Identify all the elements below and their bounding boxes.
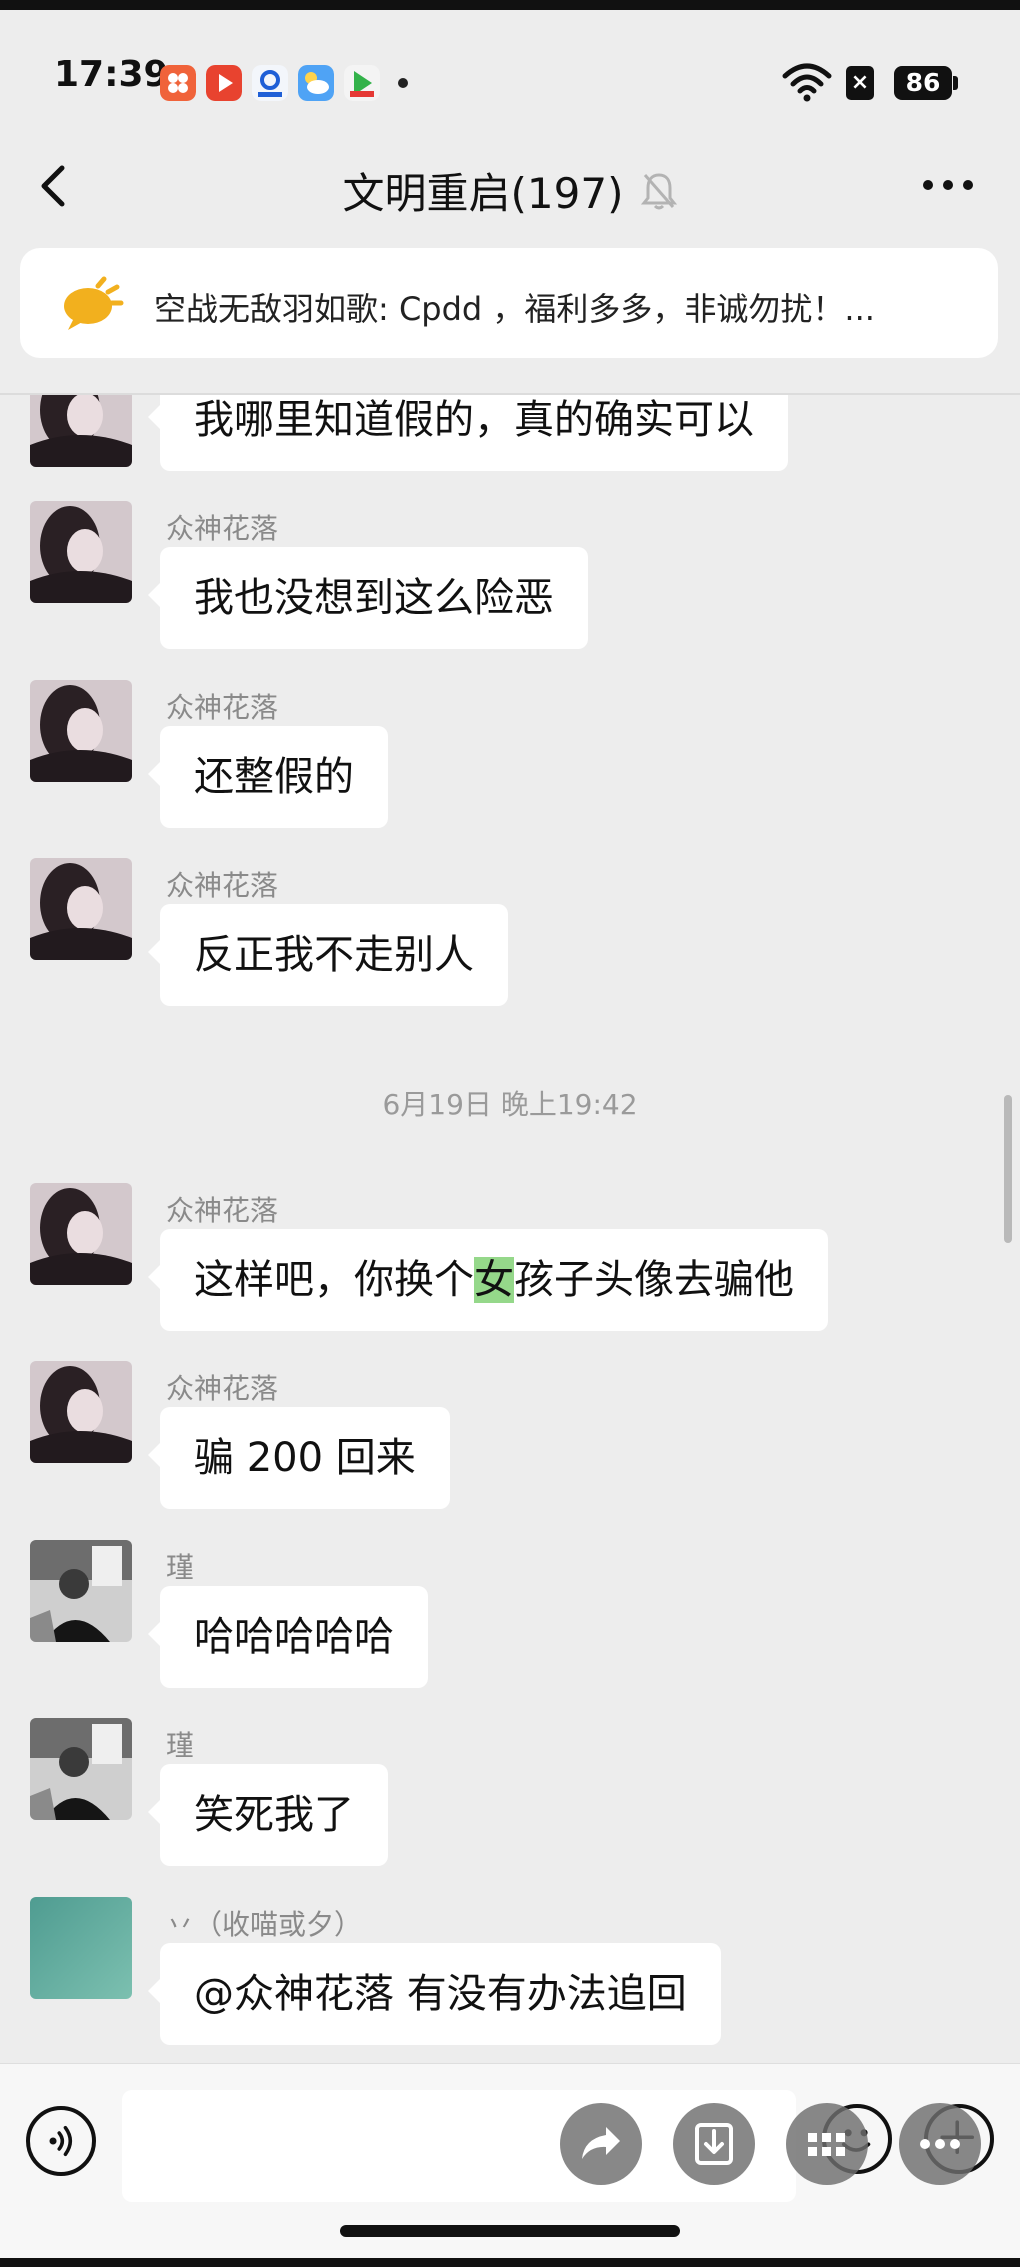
- message-bubble[interactable]: 还整假的: [148, 726, 388, 828]
- notification-dot: [398, 78, 408, 88]
- chat-header: 文明重启(197): [0, 130, 1020, 242]
- avatar[interactable]: [30, 1540, 132, 1642]
- message-bubble[interactable]: 反正我不走别人: [148, 904, 508, 1006]
- download-icon[interactable]: [673, 2103, 755, 2185]
- announcement-icon: [64, 276, 124, 330]
- forward-icon[interactable]: [560, 2103, 642, 2185]
- app-icon-red-play: [206, 65, 242, 101]
- message-list[interactable]: 我哪里知道假的，真的确实可以 众神花落 我也没想到这么险恶 众神花落 还整假的 …: [0, 395, 1020, 2063]
- message-bubble[interactable]: 哈哈哈哈哈: [148, 1586, 428, 1688]
- sender-name: 丷（收喵或夕）: [166, 1908, 363, 1941]
- avatar[interactable]: [30, 858, 132, 960]
- voice-icon[interactable]: [26, 2106, 96, 2176]
- avatar[interactable]: [30, 1897, 132, 1999]
- message-bubble[interactable]: 这样吧，你换个女孩子头像去骗他: [148, 1229, 828, 1331]
- avatar[interactable]: [30, 1183, 132, 1285]
- message-bubble[interactable]: 我哪里知道假的，真的确实可以: [148, 395, 788, 471]
- avatar[interactable]: [30, 1361, 132, 1463]
- status-bar: 17:39 × 86: [0, 10, 1020, 140]
- battery-icon: 86: [894, 66, 952, 100]
- sender-name: 众神花落: [166, 1372, 279, 1405]
- avatar[interactable]: [30, 680, 132, 782]
- app-icon-blue-search: [252, 65, 288, 101]
- status-app-icons: [160, 65, 408, 101]
- app-icon-video: [344, 65, 380, 101]
- sender-name: 众神花落: [166, 869, 279, 902]
- wifi-icon: [782, 63, 832, 102]
- avatar[interactable]: [30, 501, 132, 603]
- avatar[interactable]: [30, 395, 132, 467]
- battery-tip: [953, 76, 958, 90]
- grid-icon[interactable]: [786, 2103, 868, 2185]
- bottom-edge: [0, 2258, 1020, 2267]
- message-text: 这样吧，你换个: [194, 1257, 474, 1303]
- muted-bell-icon: [641, 172, 678, 209]
- home-indicator[interactable]: [340, 2225, 680, 2237]
- sender-name: 众神花落: [166, 512, 279, 545]
- message-bubble[interactable]: @众神花落 有没有办法追回: [148, 1943, 721, 2045]
- more-icon[interactable]: [920, 170, 976, 200]
- selected-text: 女: [474, 1257, 514, 1303]
- message-bubble[interactable]: 我也没想到这么险恶: [148, 547, 588, 649]
- message-text: 孩子头像去骗他: [514, 1257, 794, 1303]
- chat-title[interactable]: 文明重启(197): [343, 160, 624, 221]
- sender-name: 众神花落: [166, 1194, 279, 1227]
- ellipsis-icon[interactable]: [899, 2103, 981, 2185]
- chat-title-row: 文明重启(197): [0, 160, 1020, 221]
- message-bubble[interactable]: 笑死我了: [148, 1764, 388, 1866]
- sender-name: 瑾: [166, 1551, 195, 1584]
- x-badge-icon: ×: [846, 66, 874, 100]
- timestamp-divider: 6月19日 晚上19:42: [382, 1088, 638, 1121]
- message-bubble[interactable]: 骗 200 回来: [148, 1407, 450, 1509]
- pinned-text: 空战无敌羽如歌: Cpdd ，福利多多，非诚勿扰！...: [154, 290, 875, 328]
- pinned-announcement[interactable]: 空战无敌羽如歌: Cpdd ，福利多多，非诚勿扰！...: [20, 248, 998, 358]
- scrollbar[interactable]: [1004, 1095, 1012, 1243]
- avatar[interactable]: [30, 1718, 132, 1820]
- sender-name: 众神花落: [166, 691, 279, 724]
- sender-name: 瑾: [166, 1729, 195, 1762]
- top-edge: [0, 0, 1020, 10]
- app-icon-orange-grid: [160, 65, 196, 101]
- app-icon-weather: [298, 65, 334, 101]
- status-time: 17:39: [54, 54, 169, 95]
